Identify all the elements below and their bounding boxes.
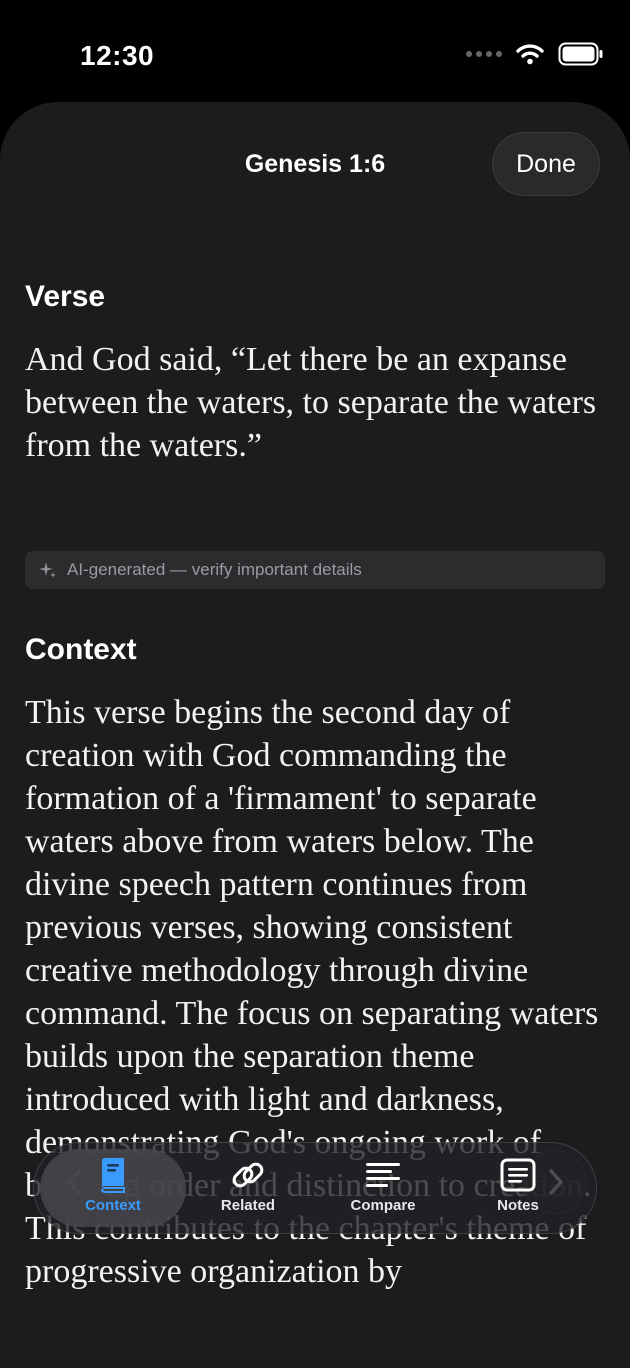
sparkle-icon [39,562,56,578]
ai-notice-text: AI-generated — verify important details [67,560,362,579]
cellular-signal-icon [466,51,502,57]
bottom-tab-bar: Context Related Compare Notes [33,1142,597,1234]
status-icons [466,42,604,66]
tab-compare-label: Compare [350,1197,416,1214]
status-bar: 12:30 [0,0,630,100]
verse-text: And God said, “Let there be an expanse b… [25,341,597,464]
context-heading: Context [25,633,137,666]
ai-generated-notice: AI-generated — verify important details [25,551,605,589]
status-time: 12:30 [80,40,155,71]
battery-icon [558,42,603,66]
note-icon [500,1158,536,1192]
tab-context-label: Context [85,1197,141,1214]
wifi-icon [516,44,544,65]
done-button[interactable]: Done [492,132,600,196]
lines-icon [366,1163,400,1187]
tab-context[interactable]: Context [53,1157,173,1214]
tab-notes-label: Notes [497,1197,539,1214]
tab-compare[interactable]: Compare [323,1157,443,1214]
tab-notes[interactable]: Notes [458,1157,578,1214]
book-icon [101,1158,125,1193]
link-icon [232,1162,264,1188]
verse-heading: Verse [25,280,106,313]
tab-related-label: Related [220,1197,276,1214]
tab-related[interactable]: Related [188,1157,308,1214]
